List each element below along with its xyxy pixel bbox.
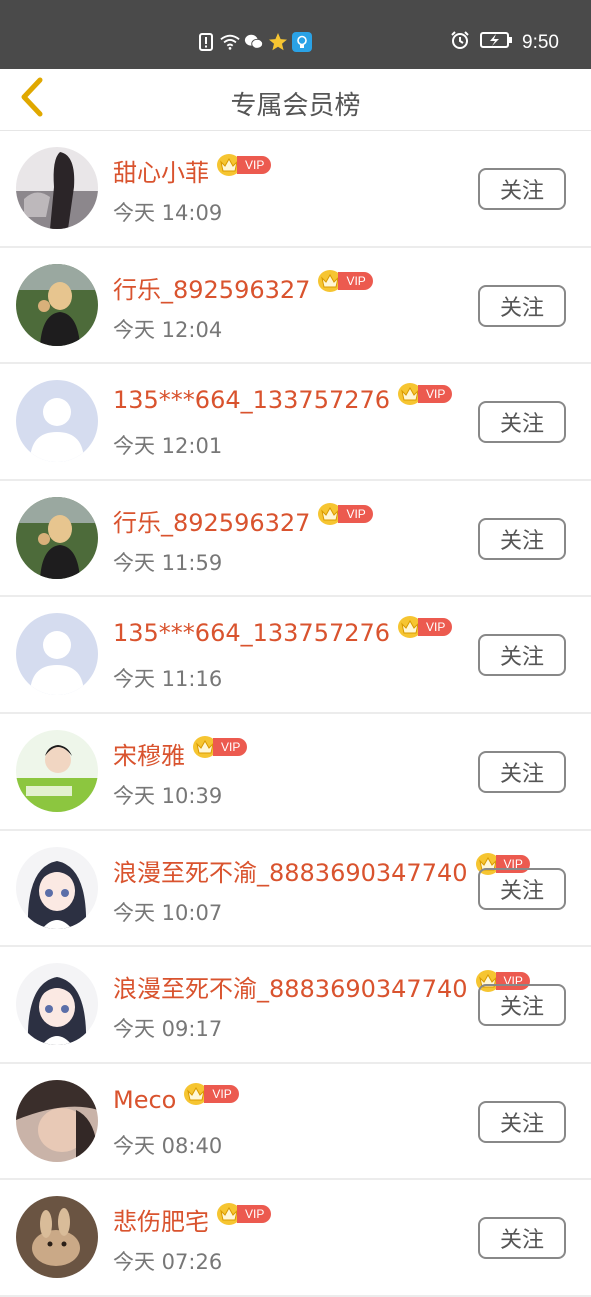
- member-name: 浪漫至死不渝_8883690347740: [113, 858, 468, 887]
- member-name: 135***664_133757276: [113, 619, 391, 648]
- member-name: 行乐_892596327: [113, 508, 311, 537]
- member-name-line: 宋穆雅 VIP: [113, 736, 248, 771]
- follow-button[interactable]: 关注: [478, 401, 566, 444]
- member-time: 今天 09:17: [113, 1017, 223, 1042]
- clock-time: 9:50: [522, 32, 559, 53]
- vip-badge: VIP: [398, 616, 453, 639]
- member-time: 今天 11:16: [113, 667, 223, 692]
- avatar[interactable]: [16, 496, 98, 579]
- member-list: 甜心小菲 VIP 今天 14:09 关注 行乐_892596327 VIP 今天 12:04…: [0, 131, 591, 1297]
- vip-label: VIP: [418, 385, 453, 404]
- status-right: 9:50: [450, 30, 559, 56]
- member-name-line: 135***664_133757276 VIP: [113, 383, 453, 415]
- vip-label: VIP: [237, 155, 272, 174]
- avatar[interactable]: [16, 613, 98, 696]
- vip-label: VIP: [213, 738, 248, 757]
- member-time: 今天 08:40: [113, 1133, 223, 1158]
- wechat-icon: [244, 32, 264, 52]
- page-title: 专属会员榜: [230, 91, 361, 121]
- battery-charging-icon: [480, 31, 513, 55]
- follow-button[interactable]: 关注: [478, 1217, 566, 1260]
- vip-label: VIP: [204, 1084, 239, 1103]
- status-bar: 9:50: [0, 0, 591, 69]
- vip-label: VIP: [338, 505, 373, 524]
- vip-badge: VIP: [217, 1202, 272, 1225]
- vip-label: VIP: [418, 618, 453, 637]
- member-row[interactable]: 135***664_133757276 VIP 今天 11:16 关注: [0, 597, 591, 714]
- avatar[interactable]: [16, 1196, 98, 1279]
- vip-badge: VIP: [217, 153, 272, 176]
- member-time: 今天 14:09: [113, 201, 223, 225]
- member-name-line: 行乐_892596327 VIP: [113, 503, 373, 538]
- follow-button[interactable]: 关注: [478, 517, 566, 560]
- header: 专属会员榜: [0, 69, 591, 131]
- avatar[interactable]: [16, 147, 98, 229]
- member-time: 今天 07:26: [113, 1250, 223, 1275]
- sim-alert-icon: [196, 32, 216, 52]
- vip-label: VIP: [338, 272, 373, 291]
- member-row[interactable]: 浪漫至死不渝_8883690347740 VIP 今天 10:07 关注: [0, 831, 591, 948]
- follow-button[interactable]: 关注: [478, 634, 566, 677]
- member-name: 行乐_892596327: [113, 275, 311, 304]
- follow-button[interactable]: 关注: [478, 168, 566, 210]
- member-time: 今天 11:59: [113, 550, 223, 575]
- vip-badge: VIP: [398, 383, 453, 406]
- vip-badge: VIP: [318, 503, 373, 526]
- avatar[interactable]: [16, 729, 98, 812]
- member-name: 宋穆雅: [113, 741, 185, 770]
- member-row[interactable]: 行乐_892596327 VIP 今天 12:04 关注: [0, 248, 591, 365]
- member-name: 135***664_133757276: [113, 386, 391, 415]
- avatar[interactable]: [16, 1079, 98, 1162]
- vip-badge: VIP: [318, 270, 373, 293]
- avatar[interactable]: [16, 846, 98, 929]
- wifi-icon: [220, 32, 240, 52]
- member-row[interactable]: 135***664_133757276 VIP 今天 12:01 关注: [0, 364, 591, 481]
- member-time: 今天 12:01: [113, 434, 223, 459]
- avatar[interactable]: [16, 963, 98, 1046]
- notification-icons: [196, 32, 312, 52]
- member-name: Meco: [113, 1085, 177, 1114]
- follow-button[interactable]: 关注: [478, 284, 566, 327]
- member-name-line: 行乐_892596327 VIP: [113, 270, 373, 305]
- follow-button[interactable]: 关注: [478, 984, 566, 1027]
- member-name-line: 甜心小菲 VIP: [113, 153, 272, 188]
- member-name: 悲伤肥宅: [113, 1208, 209, 1237]
- member-name-line: 浪漫至死不渝_8883690347740 VIP: [113, 969, 530, 1004]
- member-row[interactable]: Meco VIP 今天 08:40 关注: [0, 1064, 591, 1181]
- member-name-line: Meco VIP: [113, 1082, 239, 1114]
- follow-button[interactable]: 关注: [478, 1100, 566, 1143]
- vip-badge: VIP: [193, 736, 248, 759]
- member-row[interactable]: 宋穆雅 VIP 今天 10:39 关注: [0, 714, 591, 831]
- alarm-icon: [450, 30, 470, 56]
- member-name-line: 135***664_133757276 VIP: [113, 616, 453, 648]
- member-time: 今天 12:04: [113, 317, 223, 342]
- member-name-line: 浪漫至死不渝_8883690347740 VIP: [113, 853, 530, 888]
- member-name: 甜心小菲: [113, 159, 209, 187]
- vip-label: VIP: [237, 1204, 272, 1223]
- avatar[interactable]: [16, 263, 98, 346]
- vip-badge: VIP: [184, 1082, 239, 1105]
- member-time: 今天 10:07: [113, 900, 223, 925]
- follow-button[interactable]: 关注: [478, 867, 566, 910]
- avatar[interactable]: [16, 380, 98, 463]
- member-row[interactable]: 悲伤肥宅 VIP 今天 07:26 关注: [0, 1180, 591, 1297]
- member-row[interactable]: 甜心小菲 VIP 今天 14:09 关注: [0, 131, 591, 248]
- star-app-icon: [268, 32, 288, 52]
- member-name: 浪漫至死不渝_8883690347740: [113, 975, 468, 1004]
- member-name-line: 悲伤肥宅 VIP: [113, 1202, 272, 1237]
- member-row[interactable]: 行乐_892596327 VIP 今天 11:59 关注: [0, 481, 591, 598]
- member-time: 今天 10:39: [113, 783, 223, 808]
- member-row[interactable]: 浪漫至死不渝_8883690347740 VIP 今天 09:17 关注: [0, 947, 591, 1064]
- follow-button[interactable]: 关注: [478, 750, 566, 793]
- lightbulb-app-icon: [292, 32, 312, 52]
